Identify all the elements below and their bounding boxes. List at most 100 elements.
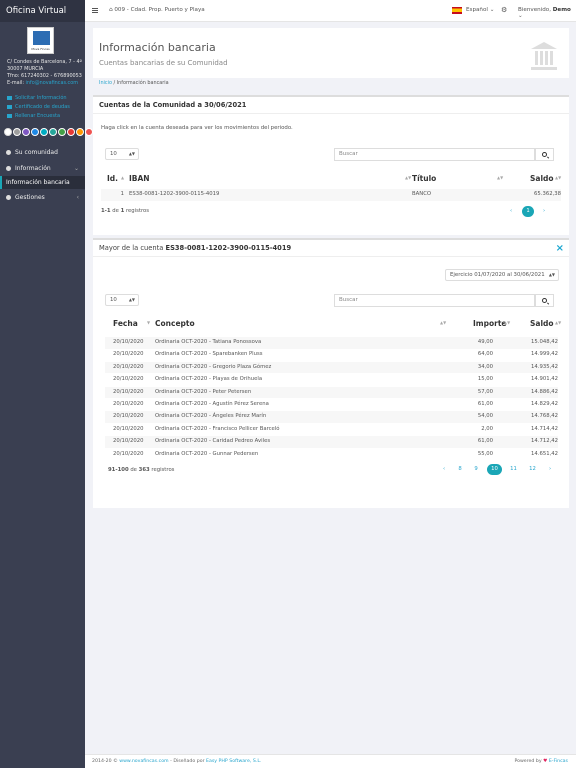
footer-right: Powered by ♥ E-Fincas xyxy=(514,759,568,764)
pagination-next[interactable]: › xyxy=(544,464,556,475)
community-selector[interactable]: ⌂ 009 - Cdad. Prop. Puerto y Playa xyxy=(109,7,205,13)
email-label: E-mail: xyxy=(7,80,24,86)
theme-color-circle[interactable] xyxy=(22,128,30,136)
col-saldo[interactable]: Saldo xyxy=(530,174,554,183)
brand-title[interactable]: Oficina Virtual xyxy=(0,0,85,22)
pagination-prev[interactable]: ‹ xyxy=(438,464,450,475)
theme-color-circle[interactable] xyxy=(67,128,75,136)
theme-color-circle[interactable] xyxy=(40,128,48,136)
table-row[interactable]: 20/10/2020 Ordinaria OCT-2020 - Ángeles P… xyxy=(105,411,558,423)
debt-certificate-link[interactable]: Certificado de deudas xyxy=(7,103,70,112)
cell-fecha: 20/10/2020 xyxy=(113,388,144,395)
col-concepto[interactable]: Concepto xyxy=(155,319,195,328)
language-selector[interactable]: Español ⌄ xyxy=(466,7,494,13)
table-row[interactable]: 20/10/2020 Ordinaria OCT-2020 - Playas de… xyxy=(105,374,558,386)
cell-fecha: 20/10/2020 xyxy=(113,401,144,407)
cell-concepto: Ordinaria OCT-2020 - Peter Petersen xyxy=(155,388,252,395)
sort-icon: ▲▼ xyxy=(497,175,504,180)
col-id[interactable]: Id. xyxy=(107,174,118,183)
pagination-page[interactable]: 9 xyxy=(470,464,482,475)
theme-color-circle[interactable] xyxy=(76,128,84,136)
period-select[interactable]: Ejercicio 01/07/2020 al 30/06/2021 ▲▼ xyxy=(445,269,559,281)
table-row[interactable]: 20/10/2020 Ordinaria OCT-2020 - Sparebank… xyxy=(105,349,558,361)
cell-fecha: 20/10/2020 xyxy=(113,438,144,445)
table-row[interactable]: 20/10/2020 Ordinaria OCT-2020 - Francisco… xyxy=(105,423,558,436)
col-importe[interactable]: Importe xyxy=(473,319,507,328)
theme-color-circle[interactable] xyxy=(49,128,57,136)
nav-informacion[interactable]: Información ⌄ xyxy=(0,161,85,176)
footer: 2014-20 © www.novafincas.com - Diseñado … xyxy=(85,754,576,768)
table-row[interactable]: 20/10/2020 Ordinaria OCT-2020 - Tatiana P… xyxy=(105,337,558,349)
nav-informacion-bancaria[interactable]: Información bancaria xyxy=(0,176,85,189)
pagination-page[interactable]: 10 xyxy=(487,464,502,475)
document-icon xyxy=(7,104,12,109)
page-title: Información bancaria xyxy=(99,41,216,54)
breadcrumb-home[interactable]: Inicio xyxy=(99,80,112,86)
address-line: Tfno: 617240302 - 676890053 xyxy=(7,73,82,79)
cell-saldo: 14.768,42 xyxy=(531,413,558,420)
cell-saldo: 14.651,42 xyxy=(531,450,558,457)
table-row[interactable]: 1 ES38-0081-1202-3900-0115-4019 BANCO 65… xyxy=(101,189,561,201)
table-row[interactable]: 20/10/2020 Ordinaria OCT-2020 - Agustín P… xyxy=(105,399,558,411)
gear-icon[interactable]: ⚙ xyxy=(501,6,507,14)
search-icon[interactable] xyxy=(535,294,554,307)
col-iban[interactable]: IBAN xyxy=(129,174,150,183)
accounts-page-size-select[interactable]: 10 ▲▼ xyxy=(105,148,139,160)
survey-link[interactable]: Rellenar Encuesta xyxy=(7,112,70,121)
cell-importe: 61,00 xyxy=(477,401,493,407)
cell-fecha: 20/10/2020 xyxy=(113,363,144,370)
cell-fecha: 20/10/2020 xyxy=(113,351,144,358)
col-fecha[interactable]: Fecha xyxy=(113,319,138,328)
pagination-page[interactable]: 1 xyxy=(522,206,534,217)
pagination-page[interactable]: 8 xyxy=(454,464,466,475)
cell-fecha: 20/10/2020 xyxy=(113,425,144,432)
page-header: Información bancaria Cuentas bancarias d… xyxy=(93,28,569,78)
menu-toggle-icon[interactable] xyxy=(92,8,98,13)
search-icon[interactable] xyxy=(535,148,554,161)
table-row[interactable]: 20/10/2020 Ordinaria OCT-2020 - Gunnar Pe… xyxy=(105,448,558,461)
pagination-next[interactable]: › xyxy=(538,206,550,217)
ledger-page-size-select[interactable]: 10 ▲▼ xyxy=(105,294,139,306)
col-saldo[interactable]: Saldo xyxy=(530,319,554,328)
theme-color-circle[interactable] xyxy=(13,128,21,136)
nav-su-comunidad[interactable]: Su comunidad xyxy=(0,145,85,160)
cell-importe: 64,00 xyxy=(477,351,493,358)
heart-icon: ♥ xyxy=(543,759,548,764)
envelope-icon xyxy=(7,95,12,100)
pagination-page[interactable]: 11 xyxy=(506,464,521,475)
footer-site-link[interactable]: www.novafincas.com xyxy=(119,759,168,764)
cell-saldo: 14.886,42 xyxy=(531,388,558,395)
theme-color-circle[interactable] xyxy=(31,128,39,136)
table-row[interactable]: 20/10/2020 Ordinaria OCT-2020 - Peter Pet… xyxy=(105,386,558,399)
cell-importe: 61,00 xyxy=(477,438,493,445)
cell-saldo: 14.712,42 xyxy=(531,438,558,445)
breadcrumb-current: Información bancaria xyxy=(116,80,169,86)
cell-concepto: Ordinaria OCT-2020 - Agustín Pérez Seren… xyxy=(155,401,269,407)
pagination-page[interactable]: 12 xyxy=(525,464,540,475)
ledger-info: 91-100 de 363 registros xyxy=(108,467,175,473)
table-row[interactable]: 20/10/2020 Ordinaria OCT-2020 - Caridad P… xyxy=(105,436,558,448)
close-icon[interactable]: × xyxy=(556,240,564,257)
theme-color-circle[interactable] xyxy=(58,128,66,136)
table-row[interactable]: 20/10/2020 Ordinaria OCT-2020 - Gregorio … xyxy=(105,361,558,374)
footer-designer-link[interactable]: Easy PHP Software, S.L. xyxy=(206,759,261,764)
cell-concepto: Ordinaria OCT-2020 - Tatiana Ponossova xyxy=(155,339,262,345)
col-titulo[interactable]: Título xyxy=(412,174,436,183)
top-bar: ⌂ 009 - Cdad. Prop. Puerto y Playa Españ… xyxy=(85,0,576,22)
nav-gestiones[interactable]: Gestiones ‹ xyxy=(0,190,85,205)
footer-efincas-link[interactable]: E-Fincas xyxy=(549,759,568,764)
cell-importe: 55,00 xyxy=(477,450,493,457)
email-link[interactable]: info@novafincas.com xyxy=(26,80,78,86)
ledger-title-prefix: Mayor de la cuenta xyxy=(99,244,164,252)
pagination-prev[interactable]: ‹ xyxy=(505,206,517,217)
sort-icon: ▲▼ xyxy=(405,175,412,180)
accounts-info: 1-1 de 1 registros xyxy=(101,208,150,214)
theme-color-circle[interactable] xyxy=(4,128,12,136)
community-logo: Mova Fincas xyxy=(27,27,54,54)
accounts-search-input[interactable]: Buscar xyxy=(334,148,535,161)
cell-concepto: Ordinaria OCT-2020 - Sparebanken Pluss xyxy=(155,351,263,358)
accounts-hint: Haga click en la cuenta deseada para ver… xyxy=(101,125,293,131)
ledger-search-input[interactable]: Buscar xyxy=(334,294,535,307)
request-info-link[interactable]: Solicitar Información xyxy=(7,94,70,103)
user-menu[interactable]: Bienvenido, Demo ⌄ xyxy=(518,7,576,19)
